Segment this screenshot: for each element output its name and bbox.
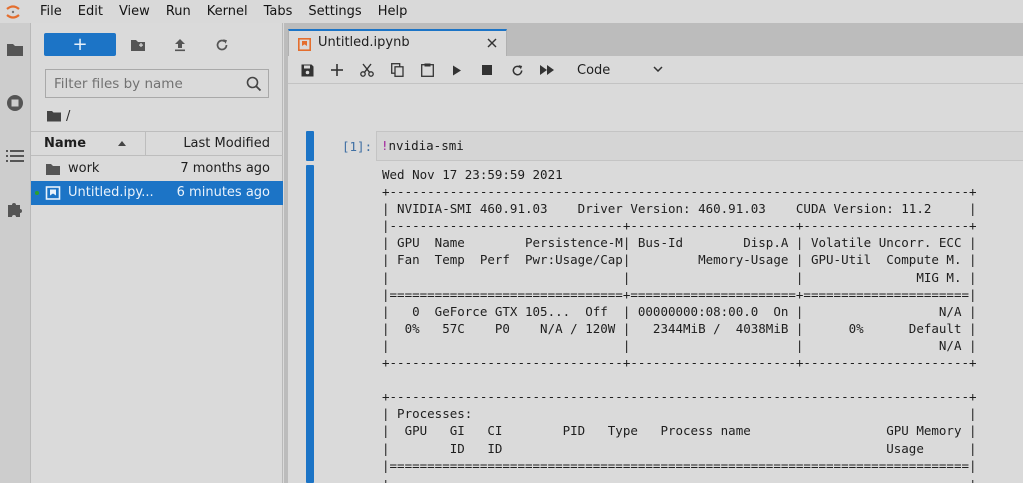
refresh-icon[interactable]: [211, 34, 233, 56]
menu-bar: File Edit View Run Kernel Tabs Settings …: [0, 0, 1023, 23]
output-text: Wed Nov 17 23:59:59 2021 +--------------…: [382, 167, 977, 483]
notebook-icon: [45, 186, 61, 200]
last-modified-column-label: Last Modified: [183, 136, 270, 151]
new-launcher-button[interactable]: +: [44, 33, 116, 56]
activity-bar: [0, 23, 31, 483]
menu-kernel[interactable]: Kernel: [199, 0, 256, 23]
folder-icon[interactable]: [0, 34, 30, 64]
new-folder-icon[interactable]: [127, 34, 149, 56]
file-browser-toolbar: +: [31, 23, 283, 67]
file-modified: 7 months ago: [180, 161, 270, 176]
input-prompt: [1]:: [342, 139, 373, 154]
file-browser: + / Name Last Modified work 7 m: [31, 23, 283, 483]
menu-file[interactable]: File: [26, 0, 70, 23]
menu-settings[interactable]: Settings: [300, 0, 369, 23]
menu-tabs[interactable]: Tabs: [256, 0, 301, 23]
running-indicator-icon: [35, 191, 39, 195]
breadcrumb-root[interactable]: /: [66, 109, 70, 124]
run-icon[interactable]: [446, 60, 468, 80]
restart-kernel-icon[interactable]: [506, 60, 528, 80]
code-editor[interactable]: !nvidia-smi: [376, 131, 1023, 161]
notebook-icon: [298, 38, 311, 51]
main-area: Untitled.ipynb Code [1]: !nvidia-smi Wed…: [284, 23, 1023, 483]
input-collapser[interactable]: [306, 131, 314, 161]
tab-bar: Untitled.ipynb: [284, 23, 1023, 57]
breadcrumb: /: [47, 107, 70, 125]
insert-cell-icon[interactable]: [326, 60, 348, 80]
puzzle-icon[interactable]: [0, 194, 30, 224]
save-icon[interactable]: [296, 60, 318, 80]
stop-circle-icon[interactable]: [0, 88, 30, 118]
tab-label: Untitled.ipynb: [318, 35, 410, 50]
cut-icon[interactable]: [356, 60, 378, 80]
tab-untitled-notebook[interactable]: Untitled.ipynb: [288, 29, 507, 57]
file-name: work: [68, 161, 100, 176]
notebook-panel: Code [1]: !nvidia-smi Wed Nov 17 23:59:5…: [288, 56, 1023, 483]
chevron-down-icon: [653, 66, 663, 72]
name-column-label: Name: [44, 136, 87, 151]
home-folder-icon[interactable]: [47, 110, 61, 122]
notebook-toolbar: Code: [288, 56, 1023, 84]
list-icon[interactable]: [0, 141, 30, 171]
cell-type-value: Code: [577, 62, 611, 78]
cell-output: Wed Nov 17 23:59:59 2021 +--------------…: [382, 166, 1023, 483]
search-icon: [246, 76, 262, 92]
sort-ascending-icon: [118, 141, 126, 146]
close-icon[interactable]: [485, 36, 499, 50]
cell-type-dropdown[interactable]: Code: [577, 60, 663, 80]
output-collapser[interactable]: [306, 165, 314, 483]
code-line: !nvidia-smi: [381, 138, 464, 153]
shell-magic-bang: !: [381, 138, 389, 153]
file-modified: 6 minutes ago: [176, 185, 270, 200]
stop-icon[interactable]: [476, 60, 498, 80]
menu-view[interactable]: View: [111, 0, 158, 23]
name-column-header[interactable]: Name: [31, 132, 146, 155]
file-name: Untitled.ipy...: [68, 185, 154, 200]
file-row-untitled-notebook[interactable]: Untitled.ipy... 6 minutes ago: [31, 181, 283, 205]
code-command: nvidia-smi: [388, 138, 464, 153]
copy-icon[interactable]: [386, 60, 408, 80]
filter-files-field[interactable]: [45, 69, 269, 98]
menu-edit[interactable]: Edit: [70, 0, 111, 23]
fast-forward-icon[interactable]: [536, 60, 558, 80]
file-listing-header: Name Last Modified: [31, 131, 283, 156]
upload-icon[interactable]: [169, 34, 191, 56]
file-row-work[interactable]: work 7 months ago: [31, 157, 283, 181]
paste-icon[interactable]: [416, 60, 438, 80]
code-cell[interactable]: [1]: !nvidia-smi Wed Nov 17 23:59:59 202…: [288, 84, 1023, 483]
filter-files-input[interactable]: [54, 70, 244, 97]
folder-icon: [46, 164, 60, 175]
menu-run[interactable]: Run: [158, 0, 199, 23]
menu-help[interactable]: Help: [370, 0, 416, 23]
last-modified-column-header[interactable]: Last Modified: [146, 132, 283, 155]
jupyter-logo-icon: [0, 0, 26, 23]
